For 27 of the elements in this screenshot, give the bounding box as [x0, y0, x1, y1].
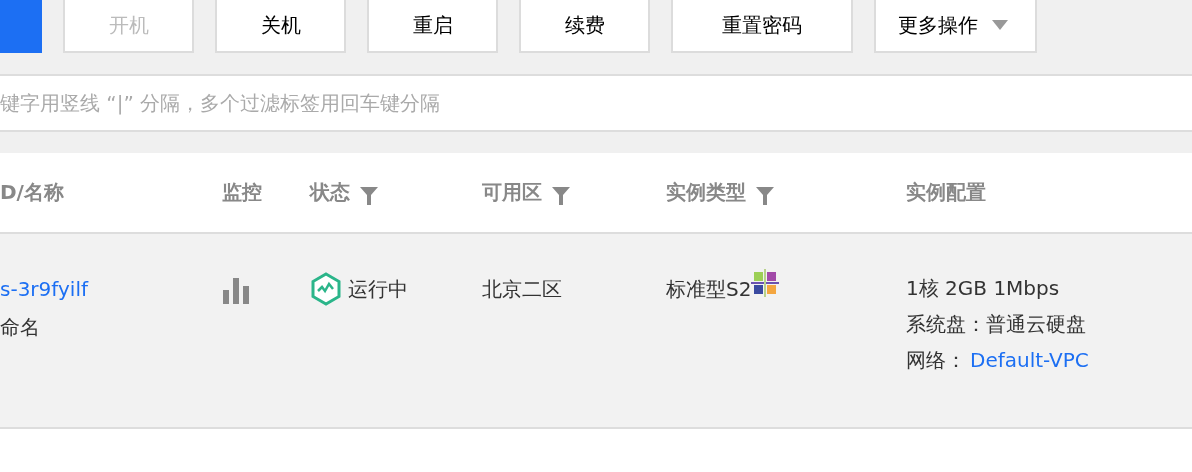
zone-text: 北京二区 — [482, 277, 562, 301]
caret-icon — [991, 20, 1008, 30]
colorful-cross-icon — [751, 269, 780, 297]
instance-id-link[interactable]: s-3r9fyilf — [0, 270, 88, 308]
toolbar-button[interactable]: 关机 — [215, 0, 346, 53]
toolbar-button[interactable]: 重启 — [367, 0, 498, 53]
column-header: 实例类型 — [666, 179, 746, 206]
bar-chart-icon[interactable] — [222, 276, 250, 304]
toolbar-button[interactable]: 续费 — [519, 0, 650, 53]
toolbar-button[interactable]: 重置密码 — [671, 0, 853, 53]
filter-icon[interactable] — [552, 186, 570, 205]
column-header: D/名称 — [0, 179, 64, 206]
network-label: 网络： — [906, 347, 966, 374]
instance-name: 命名 — [0, 314, 40, 341]
filter-icon[interactable] — [360, 186, 378, 205]
config-text: 1核 2GB 1Mbps — [906, 275, 1060, 302]
dropdown-button[interactable]: 更多操作 — [874, 0, 1037, 53]
filter-icon[interactable] — [756, 186, 774, 205]
instance-type: 标准型S2 — [666, 276, 752, 303]
search-field[interactable]: 键字用竖线 “|” 分隔，多个过滤标签用回车键分隔 — [0, 74, 1192, 132]
column-header: 可用区 — [482, 179, 542, 206]
status-text: 运行中 — [348, 276, 408, 303]
column-header: 监控 — [222, 179, 262, 206]
column-header: 状态 — [310, 179, 350, 206]
column-header: 实例配置 — [906, 179, 986, 206]
network-link[interactable]: Default-VPC — [970, 342, 1089, 378]
disk-text: 系统盘：普通云硬盘 — [906, 311, 1086, 338]
